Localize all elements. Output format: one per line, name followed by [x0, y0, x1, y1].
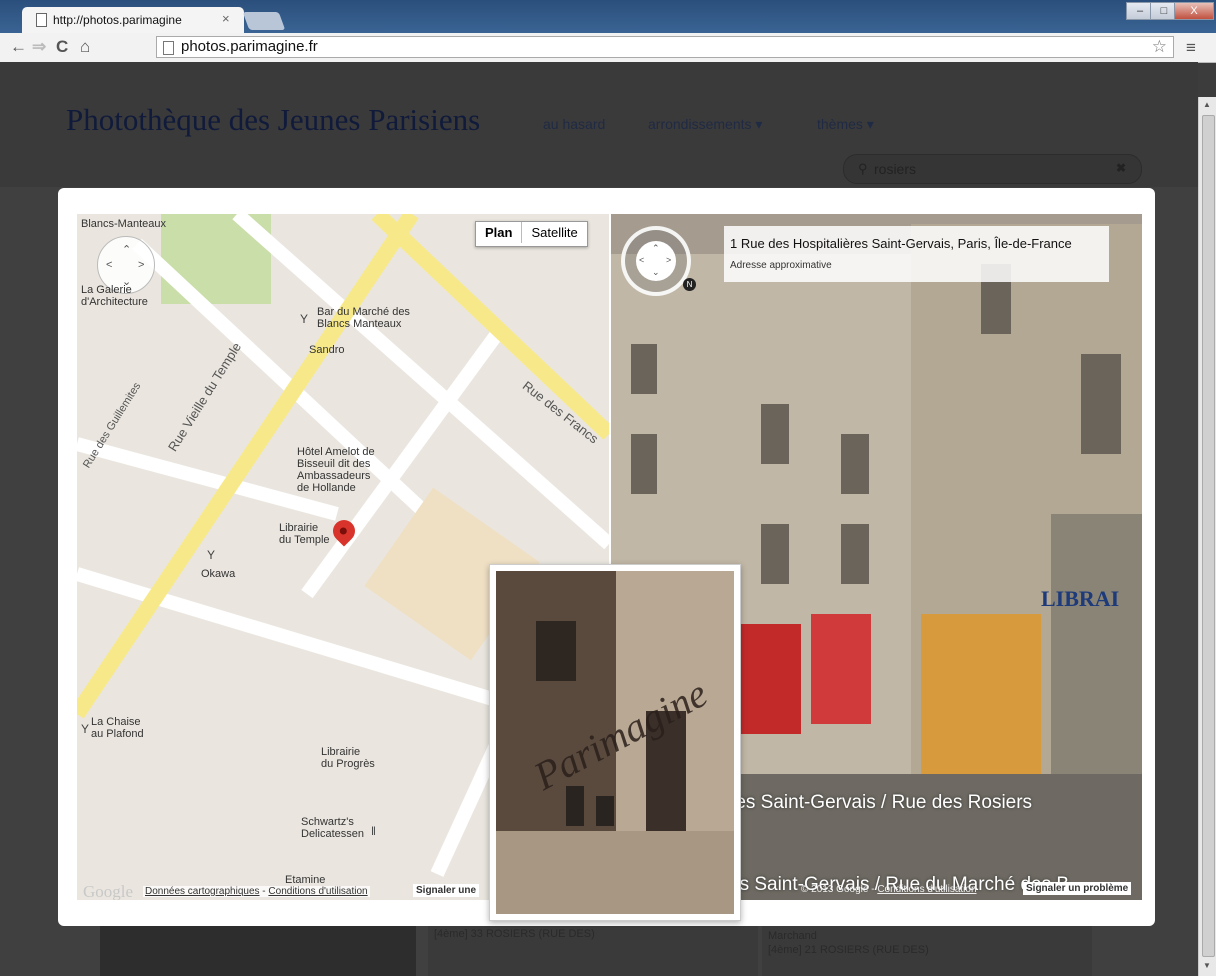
tab-close-icon[interactable]: ×	[222, 11, 230, 26]
clear-search-icon[interactable]: ✖	[1116, 161, 1126, 175]
map-type-satellite-button[interactable]: Satellite	[522, 222, 586, 243]
url-text: photos.parimagine.fr	[181, 38, 318, 55]
streetview-pan-control[interactable]: ⌃ ⌄ < >	[636, 241, 676, 281]
pan-left-icon[interactable]: <	[106, 259, 112, 271]
map-data-link[interactable]: Données cartographiques	[145, 886, 260, 897]
map-label: La Chaise au Plafond	[91, 716, 144, 740]
bar-icon: Y	[300, 312, 309, 326]
archive-photo-image: Parimagine	[496, 571, 734, 914]
north-indicator-icon: N	[683, 278, 696, 291]
scroll-thumb[interactable]	[1202, 115, 1215, 957]
map-label: Bar du Marché des Blancs Manteaux	[317, 306, 410, 330]
site-header: Photothèque des Jeunes Parisiens au hasa…	[0, 62, 1198, 187]
terms-link[interactable]: Conditions d'utilisation	[268, 886, 367, 897]
map-label: Schwartz's Delicatessen	[301, 816, 364, 840]
streetview-street-label[interactable]: res Saint-Gervais / Rue des Rosiers	[729, 792, 1032, 814]
nav-arrondissements[interactable]: arrondissements ▾	[648, 116, 762, 133]
address-bar[interactable]: photos.parimagine.fr ☆	[156, 36, 1174, 58]
pan-down-icon[interactable]: ⌄	[652, 267, 660, 278]
map-type-plan-button[interactable]: Plan	[476, 222, 523, 243]
streetview-attribution: © 2013 Google - Conditions d'utilisation	[801, 884, 977, 895]
map-attribution: Données cartographiques - Conditions d'u…	[143, 886, 370, 897]
map-label: Sandro	[309, 344, 345, 356]
map-label: Librairie du Progrès	[321, 746, 375, 770]
search-input[interactable]: ⚲ rosiers ✖	[843, 154, 1142, 184]
menu-icon[interactable]: ≡	[1186, 38, 1196, 58]
window-titlebar: http://photos.parimagine × – □ X	[0, 0, 1216, 33]
nav-random[interactable]: au hasard	[543, 116, 605, 132]
streetview-address: 1 Rue des Hospitalières Saint-Gervais, P…	[730, 236, 1072, 251]
map-label: Hôtel Amelot de Bisseuil dit des Ambassa…	[297, 446, 375, 494]
streetview-compass[interactable]: ⌃ ⌄ < > N	[621, 226, 696, 296]
new-tab-button[interactable]	[242, 12, 286, 30]
scroll-down-icon[interactable]: ▼	[1203, 961, 1211, 970]
nav-themes[interactable]: thèmes ▾	[817, 116, 874, 133]
archive-photo[interactable]: Parimagine	[489, 564, 741, 921]
reload-icon[interactable]: C	[56, 37, 68, 57]
browser-toolbar: ← ⇒ C ⌂ photos.parimagine.fr ☆ ≡	[0, 33, 1216, 63]
bar-icon: Y	[81, 722, 90, 736]
page-icon	[36, 13, 47, 27]
tab-title: http://photos.parimagine	[53, 13, 182, 27]
result-thumbnail[interactable]	[100, 922, 416, 976]
browser-tab[interactable]: http://photos.parimagine ×	[22, 7, 244, 33]
back-icon[interactable]: ←	[10, 37, 27, 57]
report-problem-link[interactable]: Signaler un problème	[1023, 882, 1132, 895]
report-problem-link[interactable]: Signaler une	[413, 884, 480, 897]
result-title: Marchand	[768, 930, 817, 942]
bar-icon: Y	[207, 548, 216, 562]
result-subtitle: [4ème] 33 ROSIERS (RUE DES)	[434, 928, 595, 940]
map-label: Librairie du Temple	[279, 522, 330, 546]
restaurant-icon: ‖	[371, 824, 376, 838]
terms-link[interactable]: Conditions d'utilisation	[877, 884, 976, 895]
pan-up-icon[interactable]: ⌃	[122, 243, 131, 256]
result-card[interactable]: [4ème] 33 ROSIERS (RUE DES)	[428, 922, 758, 976]
pan-right-icon[interactable]: >	[666, 255, 671, 265]
map-label: Okawa	[201, 568, 236, 580]
pan-left-icon[interactable]: <	[639, 255, 644, 265]
search-value: rosiers	[874, 161, 917, 177]
copyright-text: © 2013 Google -	[801, 884, 878, 895]
google-logo: Google	[83, 882, 134, 900]
scroll-up-icon[interactable]: ▲	[1203, 100, 1211, 109]
shop-sign: LIBRAI	[1041, 586, 1120, 611]
map-label: La Galerie d'Architecture	[81, 284, 148, 308]
pan-right-icon[interactable]: >	[138, 259, 144, 271]
map-label: Blancs-Manteaux	[81, 218, 166, 230]
search-icon: ⚲	[858, 161, 868, 176]
streetview-address-note: Adresse approximative	[730, 260, 832, 271]
result-subtitle: [4ème] 21 ROSIERS (RUE DES)	[768, 944, 929, 956]
bookmark-star-icon[interactable]: ☆	[1152, 37, 1167, 57]
site-title[interactable]: Photothèque des Jeunes Parisiens	[66, 102, 480, 138]
streetview-address-box: 1 Rue des Hospitalières Saint-Gervais, P…	[724, 226, 1109, 282]
pan-up-icon[interactable]: ⌃	[652, 243, 660, 254]
result-card[interactable]: Marchand [4ème] 21 ROSIERS (RUE DES)	[762, 922, 1092, 976]
forward-icon[interactable]: ⇒	[32, 37, 46, 57]
page-icon	[163, 41, 174, 55]
home-icon[interactable]: ⌂	[80, 37, 90, 57]
map-type-control: Plan Satellite	[475, 221, 588, 247]
page-scrollbar[interactable]: ▲ ▼	[1198, 97, 1216, 976]
close-window-button[interactable]: X	[1174, 2, 1214, 20]
